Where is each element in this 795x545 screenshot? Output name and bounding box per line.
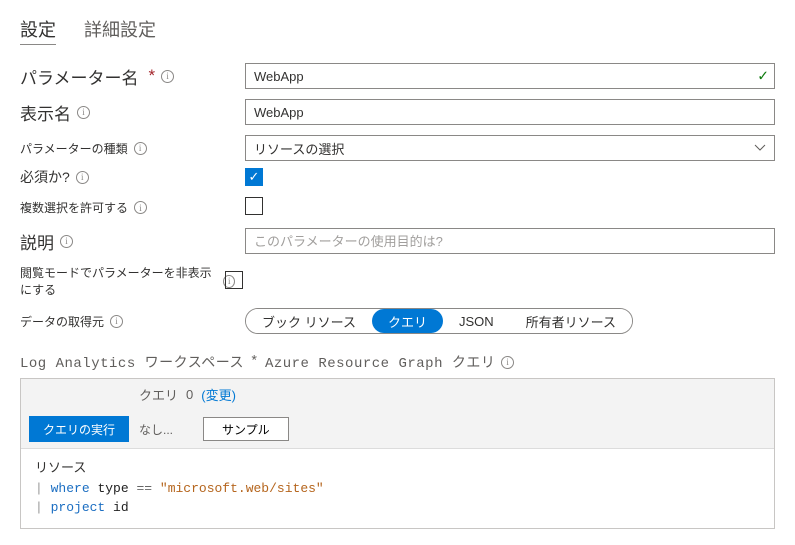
pill-json[interactable]: JSON bbox=[443, 309, 510, 333]
label-display-name: 表示名 i bbox=[20, 100, 245, 125]
label-multi: 複数選択を許可する i bbox=[20, 199, 245, 216]
info-icon[interactable]: i bbox=[134, 201, 147, 214]
label-hide: 閲覧モードでパラメーターを非表示にする i bbox=[20, 264, 235, 298]
toolbar-query-count: 0 bbox=[186, 387, 193, 402]
toolbar-none-text: なし... bbox=[139, 421, 173, 438]
info-icon[interactable]: i bbox=[501, 356, 514, 369]
hide-checkbox[interactable] bbox=[225, 271, 243, 289]
param-name-input[interactable] bbox=[245, 63, 775, 89]
param-type-select[interactable]: リソースの選択 bbox=[245, 135, 775, 161]
display-name-input[interactable] bbox=[245, 99, 775, 125]
label-param-name: パラメーター名 * i bbox=[20, 64, 245, 89]
run-query-button[interactable]: クエリの実行 bbox=[29, 416, 129, 442]
toolbar-change-link[interactable]: (変更) bbox=[201, 385, 236, 404]
editor-toolbar: クエリの実行 なし... サンプル bbox=[21, 410, 774, 449]
label-param-type: パラメーターの種類 i bbox=[20, 140, 245, 157]
label-description: 説明 i bbox=[20, 229, 245, 254]
multi-checkbox[interactable] bbox=[245, 197, 263, 215]
info-icon[interactable]: i bbox=[134, 142, 147, 155]
pill-owner-resource[interactable]: 所有者リソース bbox=[510, 309, 632, 333]
label-required: 必須か? i bbox=[20, 167, 245, 187]
query-code[interactable]: リソース | where type == "microsoft.web/site… bbox=[21, 449, 774, 528]
tabs-bar: 設定 詳細設定 bbox=[20, 16, 775, 45]
info-icon[interactable]: i bbox=[77, 106, 90, 119]
query-section-title: Log Analytics ワークスペース* Azure Resource Gr… bbox=[20, 352, 775, 372]
required-checkbox[interactable] bbox=[245, 168, 263, 186]
label-data-from: データの取得元 i bbox=[20, 313, 140, 330]
check-icon: ✓ bbox=[757, 68, 769, 85]
info-icon[interactable]: i bbox=[161, 70, 174, 83]
tab-advanced[interactable]: 詳細設定 bbox=[84, 16, 156, 44]
pill-book-resource[interactable]: ブック リソース bbox=[246, 309, 372, 333]
info-icon[interactable]: i bbox=[110, 315, 123, 328]
query-editor: クエリ 0 (変更) クエリの実行 なし... サンプル リソース | wher… bbox=[20, 378, 775, 529]
required-asterisk: * bbox=[149, 66, 156, 86]
info-icon[interactable]: i bbox=[60, 235, 73, 248]
pill-query[interactable]: クエリ bbox=[372, 309, 443, 333]
toolbar-query-label: クエリ bbox=[139, 385, 178, 404]
tab-settings[interactable]: 設定 bbox=[20, 16, 56, 45]
data-source-pills: ブック リソース クエリ JSON 所有者リソース bbox=[245, 308, 633, 334]
description-input[interactable] bbox=[245, 228, 775, 254]
sample-button[interactable]: サンプル bbox=[203, 417, 289, 441]
info-icon[interactable]: i bbox=[76, 171, 89, 184]
chevron-down-icon bbox=[754, 142, 766, 154]
